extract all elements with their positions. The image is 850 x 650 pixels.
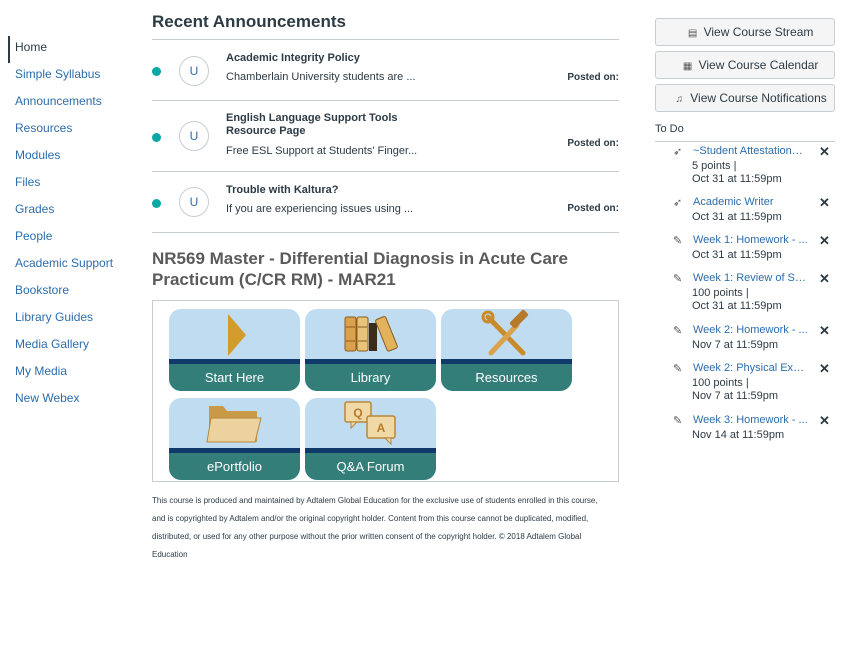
nav-item-simple-syllabus[interactable]: Simple Syllabus (8, 63, 138, 90)
course-tiles: Start Here Library Resources ePortfolio … (152, 300, 619, 482)
calendar-icon: ▦ (682, 61, 693, 72)
nav-item-new-webex[interactable]: New Webex (8, 387, 138, 414)
todo-due: Oct 31 at 11:59pm (692, 173, 782, 185)
todo-due: Nov 14 at 11:59pm (692, 429, 785, 441)
dismiss-icon[interactable]: ✕ (819, 271, 830, 287)
announcement-item[interactable]: U English Language Support Tools Resourc… (152, 101, 619, 172)
dismiss-icon[interactable]: ✕ (819, 144, 830, 160)
assignment-icon: ✎ (673, 273, 683, 285)
todo-link[interactable]: Week 2: Physical Exam... (693, 362, 809, 374)
todo-heading: To Do (655, 123, 835, 142)
tile-eportfolio[interactable]: ePortfolio (169, 398, 300, 480)
announcement-title[interactable]: Trouble with Kaltura? (226, 184, 416, 197)
bell-icon: ♫ (675, 94, 683, 105)
todo-due: Nov 7 at 11:59pm (692, 390, 779, 402)
tile-label: Start Here (169, 364, 300, 391)
nav-item-grades[interactable]: Grades (8, 198, 138, 225)
view-course-stream-button[interactable]: ▤ View Course Stream (655, 18, 835, 46)
tile-start-here[interactable]: Start Here (169, 309, 300, 391)
avatar[interactable]: U (179, 121, 209, 151)
nav-item-my-media[interactable]: My Media (8, 360, 138, 387)
tile-label: Q&A Forum (305, 453, 436, 480)
button-label: View Course Stream (703, 25, 814, 39)
dismiss-icon[interactable]: ✕ (819, 195, 830, 211)
avatar[interactable]: U (179, 56, 209, 86)
view-course-calendar-button[interactable]: ▦ View Course Calendar (655, 51, 835, 79)
unread-dot-icon (152, 133, 161, 142)
dismiss-icon[interactable]: ✕ (819, 361, 830, 377)
qa-bubbles-icon: Q A (344, 401, 396, 446)
unread-dot-icon (152, 67, 161, 76)
nav-item-modules[interactable]: Modules (8, 144, 138, 171)
assignment-icon: ✎ (673, 363, 683, 375)
button-label: View Course Calendar (698, 58, 819, 72)
todo-link[interactable]: Week 1: Review of Sys... (693, 272, 809, 284)
svg-text:Q: Q (353, 406, 362, 420)
announcement-snippet: Chamberlain University students are ... (226, 71, 416, 83)
assignment-icon: ✎ (673, 235, 683, 247)
nav-item-files[interactable]: Files (8, 171, 138, 198)
avatar[interactable]: U (179, 187, 209, 217)
nav-item-bookstore[interactable]: Bookstore (8, 279, 138, 306)
todo-points: 5 points | (692, 160, 737, 172)
button-label: View Course Notifications (690, 91, 827, 105)
hammer-wrench-icon (481, 309, 529, 356)
nav-item-people[interactable]: People (8, 225, 138, 252)
todo-due: Oct 31 at 11:59pm (692, 249, 782, 261)
nav-item-library-guides[interactable]: Library Guides (8, 306, 138, 333)
books-icon (344, 316, 398, 352)
dismiss-icon[interactable]: ✕ (819, 413, 830, 429)
unread-dot-icon (152, 199, 161, 208)
todo-due: Oct 31 at 11:59pm (692, 211, 782, 223)
view-course-notifications-button[interactable]: ♫ View Course Notifications (655, 84, 835, 112)
nav-item-resources[interactable]: Resources (8, 117, 138, 144)
play-arrow-icon (228, 314, 246, 356)
rocket-icon: ➶ (673, 146, 683, 158)
announcement-item[interactable]: U Academic Integrity Policy Chamberlain … (152, 40, 619, 101)
todo-due: Nov 7 at 11:59pm (692, 339, 779, 351)
announcements-heading: Recent Announcements (152, 12, 619, 40)
posted-on-label: Posted on: (567, 138, 619, 149)
stream-icon: ▤ (687, 28, 698, 39)
todo-link[interactable]: Week 2: Homework - ... (693, 324, 809, 336)
assignment-icon: ✎ (673, 415, 683, 427)
announcement-snippet: Free ESL Support at Students' Finger... (226, 145, 418, 157)
tile-library[interactable]: Library (305, 309, 436, 391)
tile-label: Library (305, 364, 436, 391)
dismiss-icon[interactable]: ✕ (819, 323, 830, 339)
right-sidebar: ▤ View Course Stream ▦ View Course Calenda… (655, 18, 835, 441)
course-nav: Home Simple Syllabus Announcements Resou… (8, 36, 138, 414)
posted-on-label: Posted on: (567, 203, 619, 214)
nav-item-media-gallery[interactable]: Media Gallery (8, 333, 138, 360)
folder-icon (206, 406, 262, 443)
rocket-icon: ➶ (673, 197, 683, 209)
announcement-title[interactable]: Academic Integrity Policy (226, 52, 416, 65)
assignment-icon: ✎ (673, 325, 683, 337)
nav-item-academic-support[interactable]: Academic Support (8, 252, 138, 279)
tile-label: ePortfolio (169, 453, 300, 480)
copyright-notice: This course is produced and maintained b… (152, 496, 598, 559)
announcement-item[interactable]: U Trouble with Kaltura? If you are exper… (152, 172, 619, 233)
nav-item-announcements[interactable]: Announcements (8, 90, 138, 117)
todo-link[interactable]: Week 3: Homework - ... (693, 414, 809, 426)
announcement-title[interactable]: English Language Support Tools Resource … (226, 112, 416, 138)
course-title: NR569 Master - Differential Diagnosis in… (152, 249, 568, 289)
announcement-snippet: If you are experiencing issues using ... (226, 203, 414, 215)
todo-link[interactable]: Academic Writer (693, 196, 809, 208)
posted-on-label: Posted on: (567, 72, 619, 83)
todo-due: Oct 31 at 11:59pm (692, 300, 782, 312)
todo-link[interactable]: Week 1: Homework - ... (693, 234, 809, 246)
tile-qa-forum[interactable]: Q A Q&A Forum (305, 398, 436, 480)
tile-label: Resources (441, 364, 572, 391)
svg-text:A: A (377, 421, 386, 435)
main-content: Recent Announcements U Academic Integrit… (152, 0, 619, 564)
todo-link[interactable]: ~Student Attestation~ ... (693, 145, 809, 157)
todo-points: 100 points | (692, 287, 749, 299)
tile-resources[interactable]: Resources (441, 309, 572, 391)
dismiss-icon[interactable]: ✕ (819, 233, 830, 249)
nav-item-home[interactable]: Home (8, 36, 138, 63)
todo-points: 100 points | (692, 377, 749, 389)
